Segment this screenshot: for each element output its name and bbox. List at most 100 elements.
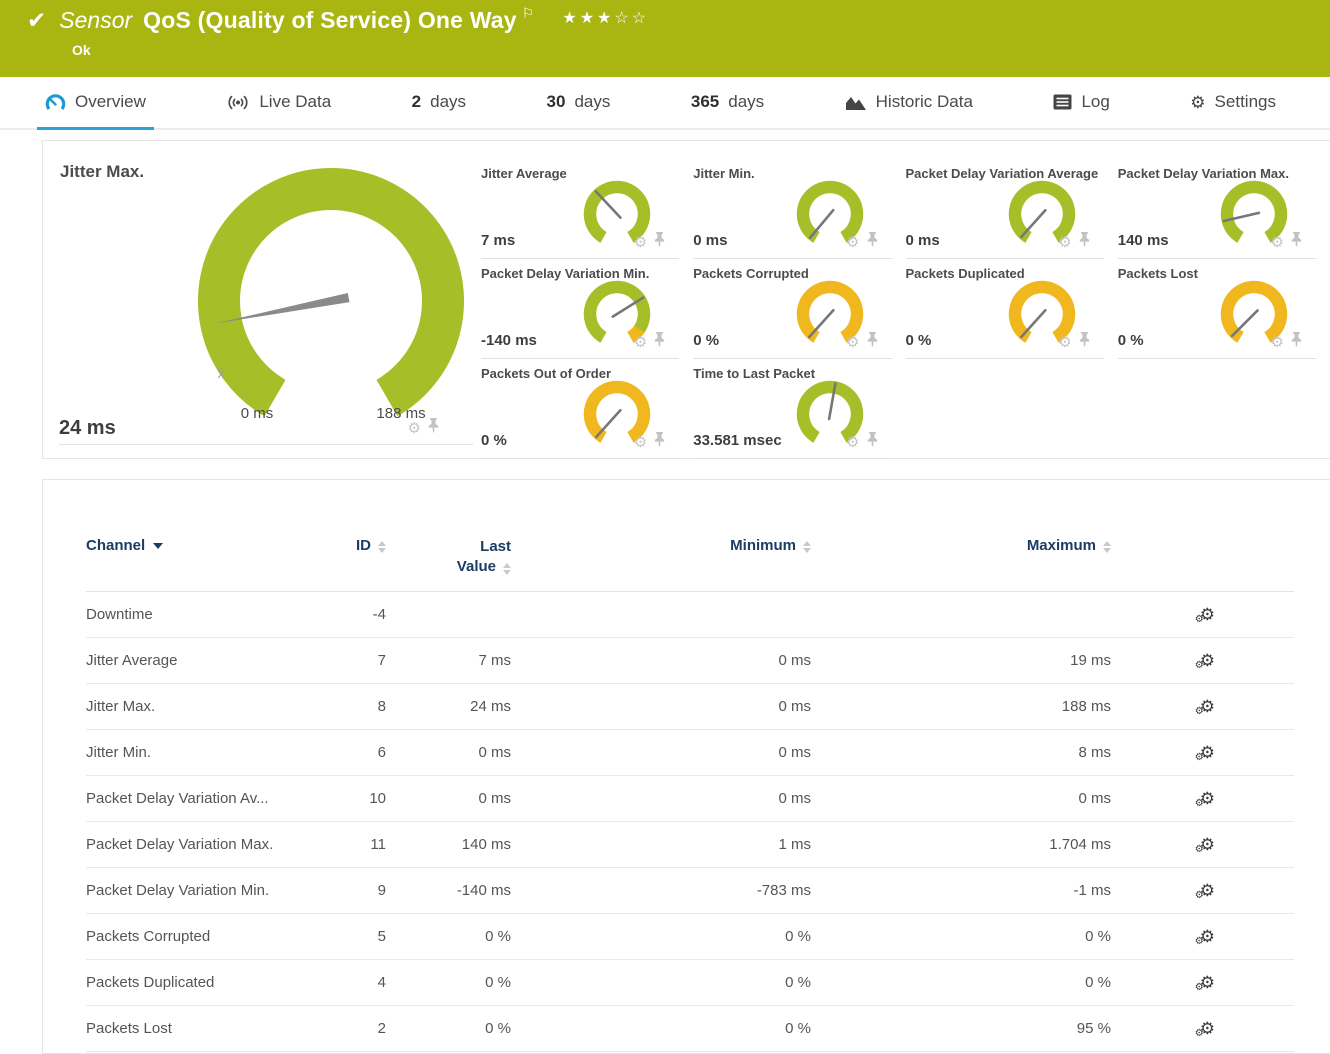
gear-icon[interactable]: ⚙: [1271, 235, 1284, 250]
cell-maximum: 19 ms: [811, 652, 1111, 669]
cell-channel: Packet Delay Variation Max.: [86, 836, 326, 853]
pin-icon[interactable]: [1079, 332, 1090, 352]
tab-label: days: [574, 92, 610, 112]
cell-maximum: 0 %: [811, 974, 1111, 991]
pin-icon[interactable]: [1079, 232, 1090, 252]
cell-minimum: 0 ms: [511, 698, 811, 715]
gauge-cell-jitter-min[interactable]: Jitter Min.0 ms⚙: [693, 159, 891, 259]
cell-last-value: 0 ms: [386, 744, 511, 761]
sort-up-arrow: [378, 541, 386, 546]
column-header-min[interactable]: Minimum: [511, 537, 811, 554]
gauge-cell-packets-duplicated[interactable]: Packets Duplicated0 %⚙: [906, 259, 1104, 359]
sort-down-arrow: [1103, 548, 1111, 553]
tab-overview[interactable]: Overview: [37, 77, 154, 130]
gauge-cell-icons: ⚙: [846, 432, 877, 452]
gear-icon[interactable]: ⚙: [846, 235, 859, 250]
tab-log[interactable]: Log: [1045, 77, 1117, 130]
channel-settings-gear-icon[interactable]: ⚙⚙: [1200, 744, 1215, 761]
channel-settings-gear-icon[interactable]: ⚙⚙: [1200, 974, 1215, 991]
gear-icon[interactable]: ⚙: [634, 335, 647, 350]
gauge-cell-packet-delay-variation-max[interactable]: Packet Delay Variation Max.140 ms⚙: [1118, 159, 1316, 259]
gauge-cell-packets-lost[interactable]: Packets Lost0 %⚙: [1118, 259, 1316, 359]
sort-icon[interactable]: [503, 563, 511, 575]
gauge-cell-icons: ⚙: [1058, 332, 1089, 352]
gauge-cell-packet-delay-variation-average[interactable]: Packet Delay Variation Average0 ms⚙: [906, 159, 1104, 259]
pin-icon[interactable]: [867, 332, 878, 352]
column-header-max[interactable]: Maximum: [811, 537, 1111, 554]
gauge-cell-jitter-average[interactable]: Jitter Average7 ms⚙: [481, 159, 679, 259]
pin-icon[interactable]: [654, 432, 665, 452]
gear-icon[interactable]: ⚙: [634, 235, 647, 250]
cell-id: 4: [326, 974, 386, 991]
gear-icon[interactable]: ⚙: [1058, 235, 1071, 250]
column-header-channel[interactable]: Channel: [86, 537, 326, 554]
pin-icon[interactable]: [654, 232, 665, 252]
tab-365-days[interactable]: 365days: [683, 77, 772, 130]
gear-icon[interactable]: ⚙: [1271, 335, 1284, 350]
cell-last-value: 0 %: [386, 1020, 511, 1037]
gauge-cell-packets-corrupted[interactable]: Packets Corrupted0 %⚙: [693, 259, 891, 359]
tab-2-days[interactable]: 2days: [404, 77, 474, 130]
gear-icon[interactable]: ⚙: [846, 435, 859, 450]
sort-icon[interactable]: [378, 541, 386, 553]
pin-icon[interactable]: [654, 332, 665, 352]
cell-settings: ⚙⚙: [1111, 698, 1231, 715]
pin-icon[interactable]: [867, 432, 878, 452]
sort-icon[interactable]: [803, 541, 811, 553]
cell-channel: Jitter Min.: [86, 744, 326, 761]
table-row-downtime: Downtime-4⚙⚙: [86, 592, 1294, 638]
channel-settings-gear-icon[interactable]: ⚙⚙: [1200, 1020, 1215, 1037]
channel-settings-gear-icon[interactable]: ⚙⚙: [1200, 698, 1215, 715]
channel-settings-gear-icon[interactable]: ⚙⚙: [1200, 928, 1215, 945]
gauge-value: 33.581 msec: [693, 432, 781, 449]
table-row-jitter-min: Jitter Min.60 ms0 ms8 ms⚙⚙: [86, 730, 1294, 776]
tab-30-days[interactable]: 30days: [539, 77, 619, 130]
sensor-title: QoS (Quality of Service) One Way: [143, 7, 517, 35]
gauge-cell-icons: ⚙: [846, 332, 877, 352]
sort-icon[interactable]: [1103, 541, 1111, 553]
cell-minimum: 1 ms: [511, 836, 811, 853]
gear-icon[interactable]: ⚙: [1058, 335, 1071, 350]
pin-icon[interactable]: [1291, 332, 1302, 352]
column-header-last[interactable]: LastValue: [386, 537, 511, 578]
gear-icon[interactable]: ⚙: [846, 335, 859, 350]
primary-gauge: x̄: [121, 161, 541, 423]
priority-stars[interactable]: ★★★☆☆: [562, 8, 649, 28]
flag-icon[interactable]: ⚐: [522, 5, 535, 22]
cell-id: -4: [326, 606, 386, 623]
gauge-value: 0 %: [481, 432, 507, 449]
gauge-cell-packets-out-of-order[interactable]: Packets Out of Order0 %⚙: [481, 359, 679, 459]
gauge-cell-time-to-last-packet[interactable]: Time to Last Packet33.581 msec⚙: [693, 359, 891, 459]
pin-icon[interactable]: [1291, 232, 1302, 252]
channel-settings-gear-icon[interactable]: ⚙⚙: [1200, 882, 1215, 899]
sensor-type-label: Sensor: [59, 7, 132, 35]
cell-maximum: 1.704 ms: [811, 836, 1111, 853]
gear-icon[interactable]: ⚙: [408, 421, 421, 436]
channel-settings-gear-icon[interactable]: ⚙⚙: [1200, 836, 1215, 853]
gear-icon[interactable]: ⚙: [634, 435, 647, 450]
cell-last-value: 7 ms: [386, 652, 511, 669]
pin-icon[interactable]: [428, 418, 439, 438]
small-gauges-grid: Jitter Average7 ms⚙Jitter Min.0 ms⚙Packe…: [481, 141, 1330, 458]
tab-settings[interactable]: ⚙Settings: [1182, 77, 1284, 130]
channel-settings-gear-small-icon: ⚙: [1195, 983, 1204, 993]
gauge-value: 0 %: [1118, 332, 1144, 349]
gauge-cell-packet-delay-variation-min[interactable]: Packet Delay Variation Min.-140 ms⚙: [481, 259, 679, 359]
cell-settings: ⚙⚙: [1111, 882, 1231, 899]
cell-settings: ⚙⚙: [1111, 606, 1231, 623]
status-ok-check-icon: ✔: [27, 7, 46, 35]
tab-live-data[interactable]: Live Data: [218, 77, 339, 130]
channel-settings-gear-icon[interactable]: ⚙⚙: [1200, 652, 1215, 669]
header-line2: Value: [457, 557, 511, 577]
pin-icon[interactable]: [867, 232, 878, 252]
channel-settings-gear-icon[interactable]: ⚙⚙: [1200, 606, 1215, 623]
tab-historic-data[interactable]: Historic Data: [837, 77, 981, 130]
column-header-id[interactable]: ID: [326, 537, 386, 554]
cell-maximum: -1 ms: [811, 882, 1111, 899]
gauge-value: 7 ms: [481, 232, 515, 249]
primary-gauge-cell[interactable]: Jitter Max. x̄ 0 ms 188 ms 24 ms ⚙: [43, 141, 481, 458]
cell-maximum: 0 ms: [811, 790, 1111, 807]
cell-last-value: 0 %: [386, 974, 511, 991]
channel-settings-gear-small-icon: ⚙: [1195, 707, 1204, 717]
channel-settings-gear-icon[interactable]: ⚙⚙: [1200, 790, 1215, 807]
